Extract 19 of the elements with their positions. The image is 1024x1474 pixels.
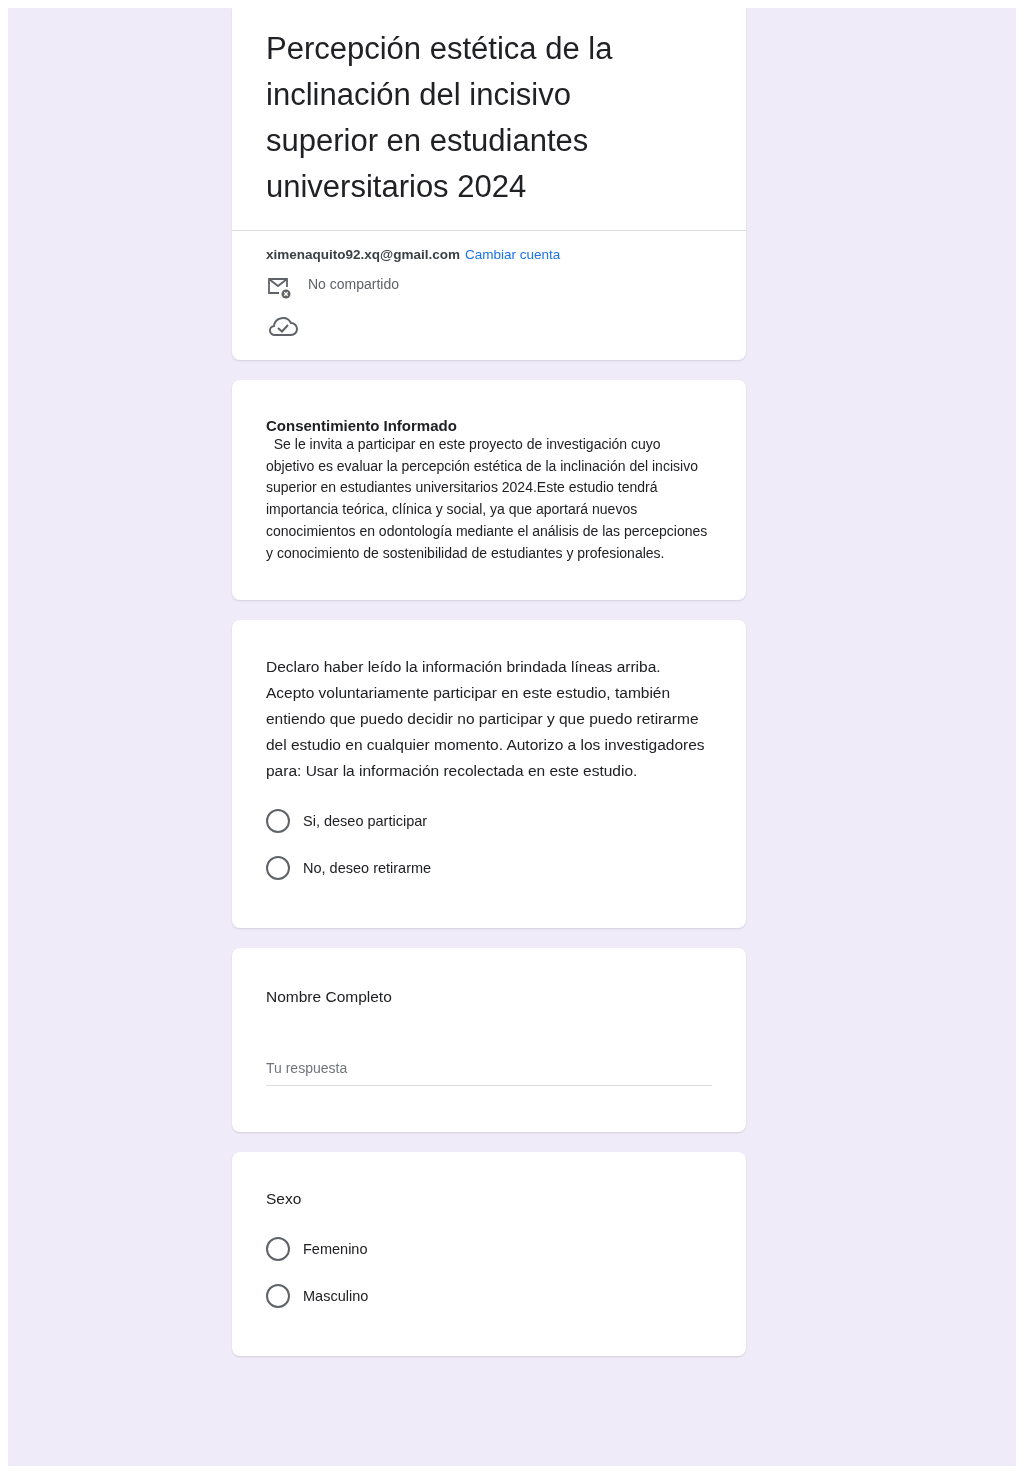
section-heading: Consentimiento Informado [266, 417, 458, 434]
mail-blocked-icon [266, 276, 292, 300]
cloud-check-icon [266, 314, 300, 338]
question-text: Declaro haber leído la información brindada líneas arriba. Acepto voluntariamente participar en este estudio, también entiendo que puedo decidir no participar y que puedo retirarme del estudio en cualquier momento. Autorizo a los investigadores para: Usar la información recolectada en este estudio. [266, 657, 706, 782]
radio-button[interactable] [266, 1237, 290, 1262]
section-description: Se le invita a participar en este proyecto de investigación cuyo objetivo es evaluar la percepción estética de la inclinación del incisivo superior en estudiantes universitarios 2024.Este estudio tendrá importancia teórica, clínica y social, ya que aportará nuevos conocimientos en odontología mediante el análisis de las percepciones y conocimiento de sostenibilidad de estudiantes y profesionales. [266, 435, 709, 563]
account-email: ximenaquito92.xq@gmail.com [266, 247, 460, 262]
form-title: Percepción estética de la inclinación del incisivo superior en estudiantes universitarios 2024 [266, 30, 614, 206]
radio-option[interactable]: No, deseo retirarme [266, 856, 712, 881]
question-text: Sexo [266, 1189, 303, 1210]
sharing-status: No compartido [308, 276, 400, 292]
radio-option[interactable]: Masculino [266, 1284, 712, 1309]
question-text: Nombre Completo [266, 987, 393, 1008]
radio-button[interactable] [266, 809, 290, 834]
radio-option[interactable]: Si, deseo participar [266, 809, 712, 834]
switch-account-link[interactable]: Cambiar cuenta [464, 247, 561, 262]
radio-button[interactable] [266, 1284, 290, 1309]
radio-button[interactable] [266, 856, 290, 881]
radio-option[interactable]: Femenino [266, 1237, 712, 1262]
